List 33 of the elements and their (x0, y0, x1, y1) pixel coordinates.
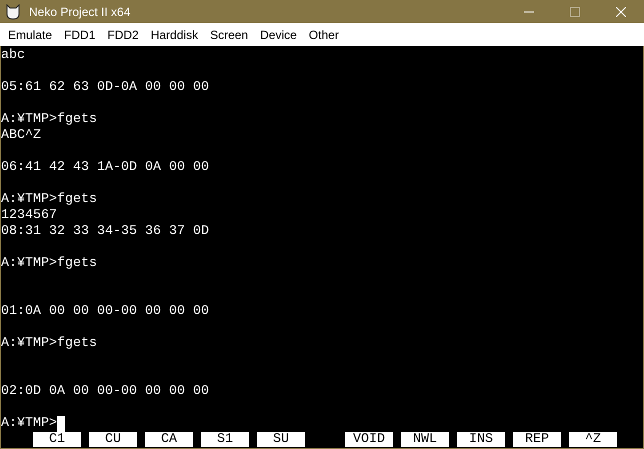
function-key-label: CU (89, 432, 137, 447)
function-key-label: ^Z (569, 432, 617, 447)
console-line: A:¥TMP>fgets (1, 336, 97, 352)
console-line: A:¥TMP>fgets (1, 256, 97, 272)
menu-item[interactable]: FDD2 (101, 28, 145, 42)
console-line: 06:41 42 43 1A-0D 0A 00 00 (1, 160, 209, 176)
console-line: A:¥TMP>fgets (1, 112, 97, 128)
function-key-label: CA (145, 432, 193, 447)
function-key-label: INS (457, 432, 505, 447)
menu-item[interactable]: FDD1 (58, 28, 102, 42)
menu-item[interactable]: Harddisk (144, 28, 204, 42)
function-key-label: VOID (345, 432, 393, 447)
close-icon[interactable] (616, 6, 626, 16)
window-title: Neko Project II x64 (29, 4, 132, 18)
function-key-label: SU (257, 432, 305, 447)
function-key-label: NWL (401, 432, 449, 447)
console-line: ABC^Z (1, 128, 41, 144)
console-line: 08:31 32 33 34-35 36 37 0D (1, 224, 209, 240)
function-key-label: C1 (33, 432, 81, 447)
console-line: 05:61 62 63 0D-0A 00 00 00 (1, 80, 209, 96)
console-prompt: A:¥TMP> (1, 416, 57, 432)
menu-item[interactable]: Device (254, 28, 303, 42)
function-key-label: S1 (201, 432, 249, 447)
console-line: 02:0D 0A 00 00-00 00 00 00 (1, 384, 209, 400)
console-line: 01:0A 00 00 00-00 00 00 00 (1, 304, 209, 320)
menu-item[interactable]: Emulate (2, 28, 58, 42)
console-line: abc (1, 48, 25, 64)
console-line: A:¥TMP>fgets (1, 192, 97, 208)
menu-item[interactable]: Other (302, 28, 345, 42)
cat-icon (5, 4, 21, 20)
console-line: 1234567 (1, 208, 57, 224)
menu-item[interactable]: Screen (204, 28, 254, 42)
function-key-label: REP (513, 432, 561, 447)
